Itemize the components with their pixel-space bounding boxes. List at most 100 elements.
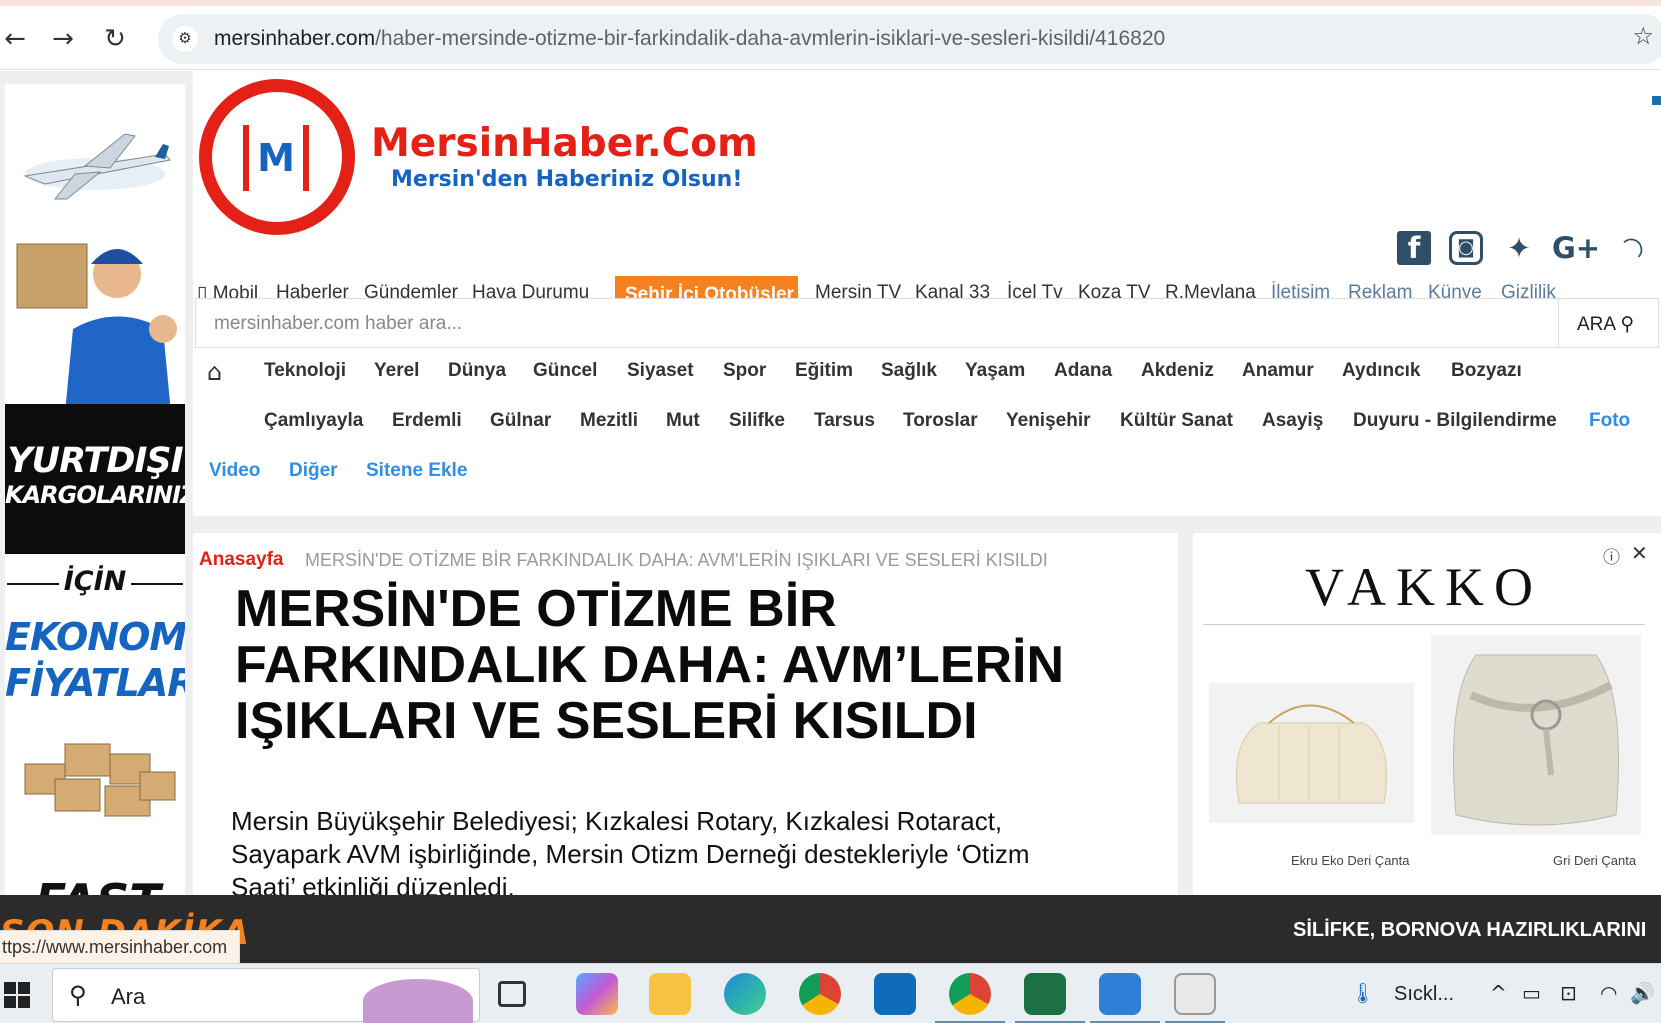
cat-teknoloji[interactable]: Teknoloji xyxy=(264,360,346,382)
wifi-icon[interactable]: ◠ xyxy=(1600,981,1617,1005)
cat-mezitli[interactable]: Mezitli xyxy=(580,410,638,432)
cat-sitene-ekle[interactable]: Sitene Ekle xyxy=(366,460,467,482)
cat-toroslar[interactable]: Toroslar xyxy=(903,410,978,432)
breadcrumb-home[interactable]: Anasayfa xyxy=(199,549,284,571)
left-cargo-ad[interactable]: YURTDIŞI KARGOLARINIZ İÇİN EKONOMİK FİYA… xyxy=(5,84,185,895)
magnifier-icon: ⚲ xyxy=(69,981,87,1009)
address-url[interactable]: mersinhaber.com/haber-mersinde-otizme-bi… xyxy=(214,27,1165,51)
cat-anamur[interactable]: Anamur xyxy=(1242,360,1314,382)
windows-start-icon[interactable] xyxy=(4,982,30,1008)
vakko-logo-box: VAKKO xyxy=(1203,540,1645,625)
breadcrumb-current: MERSİN'DE OTİZME BİR FARKINDALIK DAHA: A… xyxy=(305,550,1048,570)
cat-mut[interactable]: Mut xyxy=(666,410,700,432)
grey-bag-image xyxy=(1431,635,1641,835)
cream-bag-image xyxy=(1209,683,1414,823)
cat-kultur-sanat[interactable]: Kültür Sanat xyxy=(1120,410,1233,432)
cargo-ad-line5: FİYATLAR xyxy=(5,661,185,705)
cat-erdemli[interactable]: Erdemli xyxy=(392,410,462,432)
cat-siyaset[interactable]: Siyaset xyxy=(627,360,694,382)
ticker-headline[interactable]: SİLİFKE, BORNOVA HAZIRLIKLARINI xyxy=(1293,919,1646,942)
device-icon[interactable]: ⊡ xyxy=(1560,981,1577,1005)
site-info-icon[interactable]: ⚙ xyxy=(172,26,198,52)
cat-camliyayla[interactable]: Çamlıyayla xyxy=(264,410,363,432)
article-lead: Mersin Büyükşehir Belediyesi; Kızkalesi … xyxy=(231,806,1030,895)
cargo-ad-banner: YURTDIŞI KARGOLARINIZ xyxy=(5,404,185,554)
forward-icon[interactable]: → xyxy=(48,24,78,54)
corner-marker xyxy=(1652,96,1661,105)
vakko-brand: VAKKO xyxy=(1304,557,1544,617)
vakko-ad[interactable]: VAKKO ⓘ ✕ Ekru Eko Deri Çanta Gri Deri Ç… xyxy=(1193,533,1661,895)
cargo-ad-line6: FAST xyxy=(35,874,161,895)
cat-video[interactable]: Video xyxy=(209,460,260,482)
taskbar-search-input[interactable]: Ara xyxy=(111,984,145,1010)
reload-icon[interactable]: ↻ xyxy=(100,24,130,54)
search-button-label: ARA xyxy=(1577,314,1616,335)
ad-close-icon[interactable]: ✕ xyxy=(1631,541,1648,565)
excel-icon[interactable] xyxy=(1024,973,1066,1015)
tray-overflow-icon[interactable]: ^ xyxy=(1490,981,1507,1005)
cat-saglik[interactable]: Sağlık xyxy=(881,360,937,382)
cat-bozyazi[interactable]: Bozyazı xyxy=(1451,360,1522,382)
chrome-active-icon[interactable] xyxy=(949,973,991,1015)
cat-yenisehir[interactable]: Yenişehir xyxy=(1006,410,1091,432)
google-plus-icon[interactable]: G+ xyxy=(1551,231,1601,265)
cat-dunya[interactable]: Dünya xyxy=(448,360,506,382)
article-headline: MERSİN'DE OTİZME BİR FARKINDALIK DAHA: A… xyxy=(235,580,1065,750)
cat-gulnar[interactable]: Gülnar xyxy=(490,410,551,432)
paint-icon[interactable] xyxy=(1174,973,1216,1015)
taskbar-search[interactable]: ⚲ Ara xyxy=(52,968,480,1023)
copilot-icon[interactable] xyxy=(576,973,618,1015)
cargo-ad-line4: EKONOMİK xyxy=(5,615,185,659)
edge-icon[interactable] xyxy=(724,973,766,1015)
boxes-image xyxy=(24,743,176,817)
search-input[interactable]: mersinhaber.com haber ara... xyxy=(214,313,462,335)
cargo-ad-line1: YURTDIŞI xyxy=(7,441,183,481)
link-status-url: ttps://www.mersinhaber.com xyxy=(0,930,241,964)
breaking-news-ticker: SON DAKİKA SİLİFKE, BORNOVA HAZIRLIKLARI… xyxy=(0,895,1661,963)
home-icon[interactable]: ⌂ xyxy=(207,358,222,386)
cat-egitim[interactable]: Eğitim xyxy=(795,360,853,382)
instagram-icon[interactable]: ◙ xyxy=(1449,231,1483,265)
cat-spor[interactable]: Spor xyxy=(723,360,766,382)
cat-akdeniz[interactable]: Akdeniz xyxy=(1141,360,1214,382)
search-button[interactable]: ARA ⚲ xyxy=(1558,299,1658,347)
chrome-icon[interactable] xyxy=(799,973,841,1015)
ad-info-icon[interactable]: ⓘ xyxy=(1603,543,1620,568)
back-icon[interactable]: ← xyxy=(0,24,30,54)
rss-icon[interactable]: ◠ xyxy=(1608,223,1657,272)
cat-yerel[interactable]: Yerel xyxy=(374,360,419,382)
logo-letter: M xyxy=(257,136,295,180)
airplane-image xyxy=(23,133,171,200)
volume-icon[interactable]: 🔊 xyxy=(1630,981,1655,1005)
site-header: M MersinHaber.Com Mersin'den Haberiniz O… xyxy=(193,71,1661,516)
cat-asayis[interactable]: Asayiş xyxy=(1262,410,1323,432)
photos-icon[interactable] xyxy=(1099,973,1141,1015)
cat-silifke[interactable]: Silifke xyxy=(729,410,785,432)
cat-guncel[interactable]: Güncel xyxy=(533,360,597,382)
cat-diger[interactable]: Diğer xyxy=(289,460,338,482)
ad-product-1[interactable]: Ekru Eko Deri Çanta xyxy=(1291,853,1410,868)
browser-toolbar: ← → ↻ ⚙ mersinhaber.com/haber-mersinde-o… xyxy=(0,6,1661,70)
cat-aydincik[interactable]: Aydıncık xyxy=(1342,360,1421,382)
brand-name[interactable]: MersinHaber.Com xyxy=(371,121,758,166)
cat-yasam[interactable]: Yaşam xyxy=(965,360,1025,382)
thermometer-icon: 🌡 xyxy=(1350,981,1376,1005)
address-bar[interactable]: ⚙ mersinhaber.com/haber-mersinde-otizme-… xyxy=(158,14,1661,64)
facebook-icon[interactable]: f xyxy=(1397,231,1431,265)
url-domain: mersinhaber.com xyxy=(214,27,376,50)
task-view-icon[interactable] xyxy=(498,981,526,1007)
cargo-ad-line2: KARGOLARINIZ xyxy=(5,481,185,509)
file-explorer-icon[interactable] xyxy=(649,973,691,1015)
ad-product-2[interactable]: Gri Deri Çanta xyxy=(1553,853,1636,868)
weather-text[interactable]: Sıckl... xyxy=(1394,983,1454,1006)
cat-duyuru-bilgilendirme[interactable]: Duyuru - Bilgilendirme xyxy=(1353,410,1557,432)
article: Anasayfa MERSİN'DE OTİZME BİR FARKINDALI… xyxy=(193,533,1178,895)
cat-tarsus[interactable]: Tarsus xyxy=(814,410,875,432)
twitter-icon[interactable]: ✦ xyxy=(1499,231,1539,265)
battery-icon[interactable]: ▭ xyxy=(1522,981,1541,1005)
cat-adana[interactable]: Adana xyxy=(1054,360,1112,382)
outlook-icon[interactable] xyxy=(874,973,916,1015)
bookmark-star-icon[interactable]: ☆ xyxy=(1632,22,1654,50)
cat-foto[interactable]: Foto xyxy=(1589,410,1630,432)
url-path: /haber-mersinde-otizme-bir-farkindalik-d… xyxy=(375,27,1166,50)
